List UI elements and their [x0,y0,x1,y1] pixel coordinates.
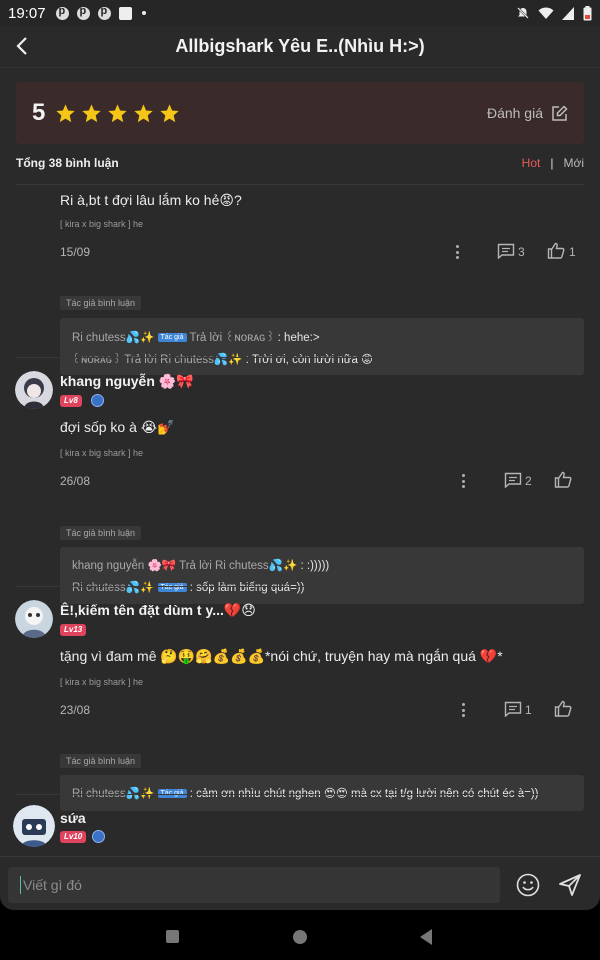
comment-total: Tổng 38 bình luận [16,156,119,170]
member-badge-icon [91,394,104,407]
more-options-icon[interactable] [461,474,465,488]
sort-hot-tab[interactable]: Hot [522,156,541,170]
comment-chapter-tag: [ kira x big shark ] he [60,219,144,229]
reply-icon[interactable] [497,243,515,259]
reply-line: Ri chutess💦✨ Tác giả : cảm ơn nhìu chút … [72,788,539,800]
sort-new-tab[interactable]: Mới [563,156,584,170]
home-button[interactable] [293,930,307,944]
rate-button-label: Đánh giá [486,105,543,121]
star-icon [134,103,154,122]
reply-line: ꒰ɴᴏʀᴀɢ꒱ Trả lời Ri chutess💦✨ : Trời ơi, … [72,354,374,366]
edit-icon [552,104,568,121]
level-badge: Lv8 [60,395,82,407]
comment-composer: Viết gì đó [0,856,600,910]
level-badge: Lv10 [60,831,87,843]
thumbs-up-icon[interactable] [554,471,572,488]
rating-summary: 5 Đánh giá [16,82,584,144]
replies-preview[interactable]: Ri chutess💦✨ Tác giả Trả lời ꒰ɴᴏʀᴀɢ꒱ : h… [60,318,584,375]
comment-username[interactable]: khang nguyễn 🌸🎀 [60,373,194,390]
avatar[interactable] [15,600,53,638]
status-bar: 19:07 [0,0,600,26]
star-icon [56,103,76,122]
divider [16,794,584,795]
avatar[interactable] [15,371,53,409]
author-commented-tag: Tác giả bình luận [60,754,142,768]
reply-line: khang nguyễn 🌸🎀 Trả lời Ri chutess💦✨ : :… [72,560,330,572]
app-notification-icon [118,6,132,20]
star-icon [82,103,102,122]
reply-line: Ri chutess💦✨ Tác giả : sốp làm biếng quá… [72,582,305,594]
thumbs-up-icon[interactable] [554,700,572,717]
pinterest-notification-icon [97,5,111,20]
comment-chapter-tag: [ kira x big shark ] he [60,677,144,687]
comment-sort-row: Tổng 38 bình luận Hot | Mới [16,156,584,170]
reply-count: 1 [525,703,532,717]
status-time: 19:07 [8,4,46,22]
comment-input-placeholder: Viết gì đó [23,877,82,893]
author-commented-tag: Tác giả bình luận [60,296,142,310]
pinterest-notification-icon [55,5,69,20]
recent-apps-button[interactable] [166,930,179,943]
comment-username[interactable]: Ê!,kiếm tên đặt dùm t y...💔😞 [60,602,256,619]
avatar[interactable] [13,805,55,847]
comment-date: 15/09 [60,245,91,259]
replies-preview[interactable]: Ri chutess💦✨ Tác giả : cảm ơn nhìu chút … [60,775,584,811]
text-caret [20,876,21,894]
mute-bell-icon [516,6,530,20]
comment-date: 26/08 [60,474,91,488]
back-arrow-icon[interactable] [12,35,34,57]
pinterest-notification-icon [76,5,90,20]
signal-icon [562,6,574,20]
battery-icon [583,5,592,20]
rating-score: 5 [32,99,46,126]
comment-date: 23/08 [60,703,91,717]
reply-line: Ri chutess💦✨ Tác giả Trả lời ꒰ɴᴏʀᴀɢ꒱ : h… [72,332,320,344]
page-title: Allbigshark Yêu E..(Nhìu H:>) [175,36,425,56]
more-options-icon[interactable] [455,245,459,259]
more-options-icon[interactable] [461,703,465,717]
divider [16,184,584,185]
app-screen: Allbigshark Yêu E..(Nhìu H:>) 5 Đánh giá… [0,26,600,910]
divider [16,357,584,358]
comment-username[interactable]: sứa [60,810,86,826]
reply-count: 3 [518,245,525,259]
reply-count: 2 [525,474,532,488]
like-count: 1 [569,245,576,259]
comment-text: Ri à,bt t đợi lâu lắm ko hẻ😡? [60,192,242,208]
member-badge-icon [92,830,105,843]
reply-icon[interactable] [504,701,522,717]
level-badge: Lv13 [60,624,87,636]
star-icon [160,103,180,122]
star-icon [108,103,128,122]
wifi-icon [538,7,554,19]
sort-separator: | [550,156,554,170]
system-nav-bar [0,910,600,960]
back-button[interactable] [420,929,432,945]
rating-stars [55,103,180,124]
comment-input[interactable]: Viết gì đó [8,867,500,903]
more-notifications-dot-icon [141,11,146,15]
divider [16,586,584,587]
send-icon[interactable] [558,873,582,897]
author-commented-tag: Tác giả bình luận [60,526,142,540]
replies-preview[interactable]: khang nguyễn 🌸🎀 Trả lời Ri chutess💦✨ : :… [60,547,584,604]
reply-icon[interactable] [504,472,522,488]
comment-chapter-tag: [ kira x big shark ] he [60,448,144,458]
top-bar: Allbigshark Yêu E..(Nhìu H:>) [0,26,600,68]
thumbs-up-icon[interactable] [547,242,565,259]
rate-button[interactable]: Đánh giá [486,104,568,122]
comment-text: đợi sốp ko à 😭💅 [60,419,175,435]
comment-text: tặng vì đam mê 🤔🤑🤗💰💰💰*nói chứ, truyện ha… [60,648,503,664]
emoji-icon[interactable] [516,873,540,897]
